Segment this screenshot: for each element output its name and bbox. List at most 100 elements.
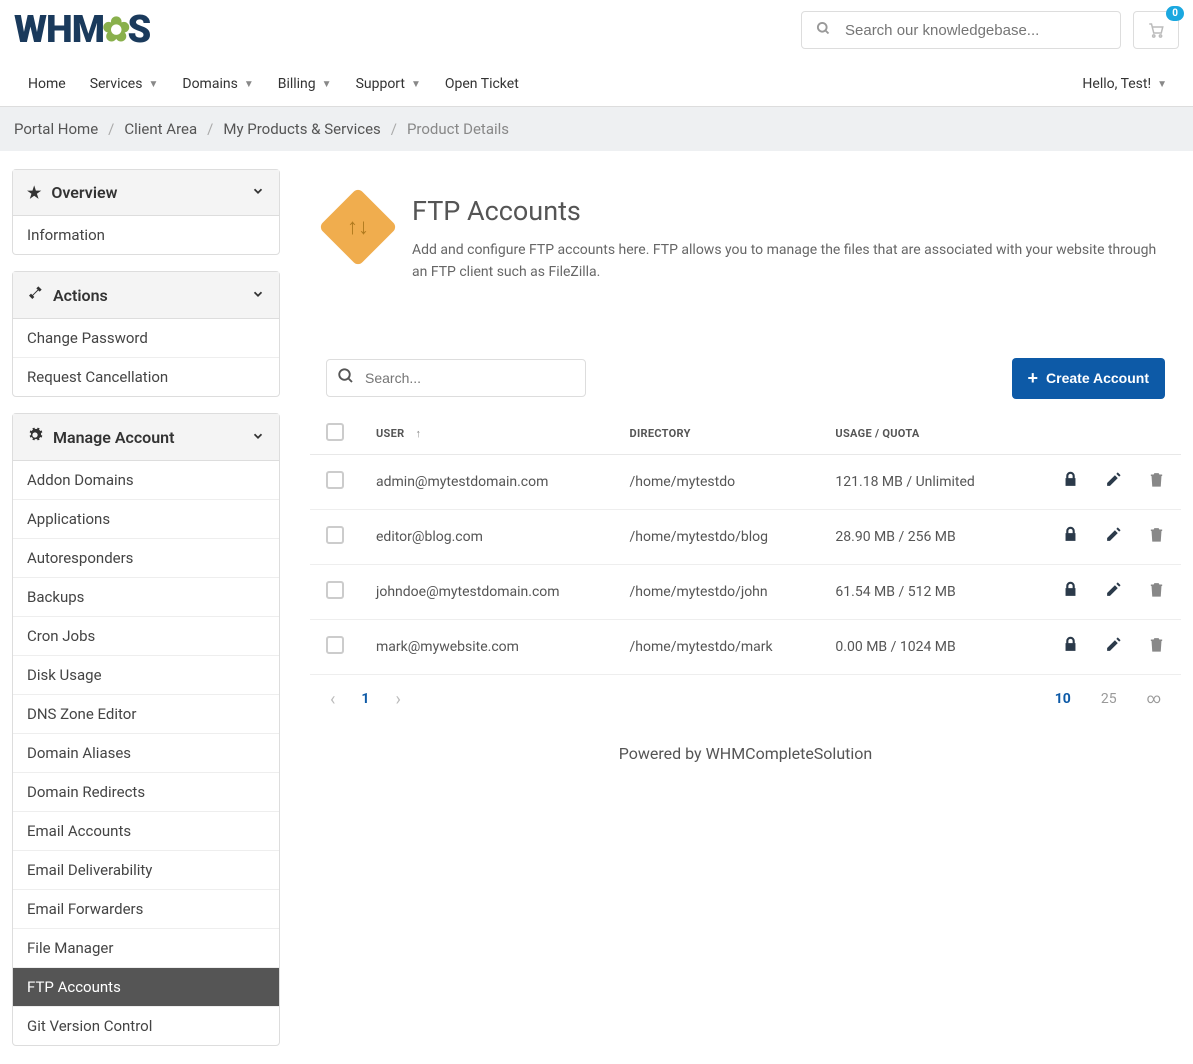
lock-icon[interactable]: [1062, 636, 1079, 658]
lock-icon[interactable]: [1062, 581, 1079, 603]
page-size-10[interactable]: 10: [1055, 691, 1071, 707]
breadcrumb-current: Product Details: [407, 120, 509, 138]
sidebar-item-request-cancellation[interactable]: Request Cancellation: [13, 357, 279, 396]
sidebar-item-email-accounts[interactable]: Email Accounts: [13, 811, 279, 850]
pager-current[interactable]: 1: [361, 691, 369, 707]
cell-usage: 0.00 MB / 1024 MB: [819, 619, 1021, 674]
edit-icon[interactable]: [1105, 526, 1122, 548]
row-checkbox[interactable]: [326, 581, 344, 599]
sidebar-item-backups[interactable]: Backups: [13, 577, 279, 616]
panel-overview-head[interactable]: ★ Overview: [13, 170, 279, 216]
user-greeting: Hello, Test!: [1082, 76, 1151, 92]
breadcrumb-link[interactable]: Client Area: [124, 120, 197, 138]
navbar: HomeServices▼Domains▼Billing▼Support▼Ope…: [0, 62, 1193, 107]
nav-billing[interactable]: Billing▼: [266, 62, 344, 106]
sidebar-item-change-password[interactable]: Change Password: [13, 319, 279, 357]
sidebar-item-cron-jobs[interactable]: Cron Jobs: [13, 616, 279, 655]
cart-badge: 0: [1166, 6, 1184, 21]
row-checkbox[interactable]: [326, 471, 344, 489]
trash-icon[interactable]: [1148, 636, 1165, 658]
sidebar-item-email-deliverability[interactable]: Email Deliverability: [13, 850, 279, 889]
sidebar-item-domain-redirects[interactable]: Domain Redirects: [13, 772, 279, 811]
nav-support[interactable]: Support▼: [344, 62, 433, 106]
logo[interactable]: WHM ✿ S: [14, 8, 150, 52]
chevron-down-icon: [251, 428, 265, 447]
logo-text-1: WHM: [14, 8, 104, 52]
edit-icon[interactable]: [1105, 471, 1122, 493]
sidebar: ★ Overview Information Actions Change Pa…: [12, 169, 280, 1046]
table-card: + Create Account USER ↑ DIRECTORY USAGE …: [310, 344, 1181, 724]
pagination: ‹ 1 › 10 25 ∞: [310, 675, 1181, 724]
breadcrumb-link[interactable]: Portal Home: [14, 120, 98, 138]
logo-text-2: S: [128, 8, 151, 52]
cell-usage: 28.90 MB / 256 MB: [819, 509, 1021, 564]
page-description: Add and configure FTP accounts here. FTP…: [412, 239, 1161, 284]
edit-icon[interactable]: [1105, 581, 1122, 603]
table-row: editor@blog.com/home/mytestdo/blog28.90 …: [310, 509, 1181, 564]
breadcrumb: Portal Home/Client Area/My Products & Se…: [0, 107, 1193, 151]
page-header: ↑↓ FTP Accounts Add and configure FTP ac…: [310, 169, 1181, 314]
row-checkbox[interactable]: [326, 526, 344, 544]
search-input[interactable]: [845, 22, 1120, 39]
nav-services[interactable]: Services▼: [78, 62, 171, 106]
sidebar-item-git-version-control[interactable]: Git Version Control: [13, 1006, 279, 1045]
panel-actions: Actions Change PasswordRequest Cancellat…: [12, 271, 280, 397]
table-search[interactable]: [326, 359, 586, 397]
panel-manage-head[interactable]: Manage Account: [13, 414, 279, 461]
col-usage[interactable]: USAGE / QUOTA: [819, 413, 1021, 455]
cell-user: editor@blog.com: [360, 509, 614, 564]
ftp-accounts-table: USER ↑ DIRECTORY USAGE / QUOTA admin@myt…: [310, 413, 1181, 675]
chevron-down-icon: ▼: [148, 79, 158, 90]
nav-home[interactable]: Home: [14, 62, 78, 106]
lock-icon[interactable]: [1062, 471, 1079, 493]
trash-icon[interactable]: [1148, 471, 1165, 493]
col-user[interactable]: USER ↑: [360, 413, 614, 455]
lock-icon[interactable]: [1062, 526, 1079, 548]
trash-icon[interactable]: [1148, 581, 1165, 603]
sidebar-item-information[interactable]: Information: [13, 216, 279, 254]
sidebar-item-applications[interactable]: Applications: [13, 499, 279, 538]
cell-usage: 121.18 MB / Unlimited: [819, 454, 1021, 509]
chevron-down-icon: ▼: [411, 79, 421, 90]
table-search-input[interactable]: [365, 370, 585, 386]
nav-domains[interactable]: Domains▼: [170, 62, 265, 106]
select-all-checkbox[interactable]: [326, 423, 344, 441]
sidebar-item-dns-zone-editor[interactable]: DNS Zone Editor: [13, 694, 279, 733]
sidebar-item-domain-aliases[interactable]: Domain Aliases: [13, 733, 279, 772]
edit-icon[interactable]: [1105, 636, 1122, 658]
cell-user: admin@mytestdomain.com: [360, 454, 614, 509]
sidebar-item-autoresponders[interactable]: Autoresponders: [13, 538, 279, 577]
sidebar-item-email-forwarders[interactable]: Email Forwarders: [13, 889, 279, 928]
user-menu[interactable]: Hello, Test! ▼: [1070, 62, 1179, 106]
knowledgebase-search[interactable]: [801, 11, 1121, 49]
cell-directory: /home/mytestdo/blog: [614, 509, 820, 564]
panel-overview-title: Overview: [51, 183, 117, 202]
pager-next[interactable]: ›: [395, 689, 400, 710]
cell-directory: /home/mytestdo: [614, 454, 820, 509]
col-directory[interactable]: DIRECTORY: [614, 413, 820, 455]
breadcrumb-link[interactable]: My Products & Services: [223, 120, 380, 138]
trash-icon[interactable]: [1148, 526, 1165, 548]
sidebar-item-file-manager[interactable]: File Manager: [13, 928, 279, 967]
create-button-label: Create Account: [1046, 370, 1149, 386]
sidebar-item-disk-usage[interactable]: Disk Usage: [13, 655, 279, 694]
wrench-icon: [27, 285, 43, 305]
create-account-button[interactable]: + Create Account: [1012, 358, 1165, 399]
page-size-25[interactable]: 25: [1101, 691, 1117, 707]
cell-usage: 61.54 MB / 512 MB: [819, 564, 1021, 619]
page-size-∞[interactable]: ∞: [1147, 691, 1161, 707]
sort-asc-icon: ↑: [416, 427, 422, 440]
sidebar-item-ftp-accounts[interactable]: FTP Accounts: [13, 967, 279, 1006]
table-row: admin@mytestdomain.com/home/mytestdo121.…: [310, 454, 1181, 509]
sidebar-item-addon-domains[interactable]: Addon Domains: [13, 461, 279, 499]
panel-actions-head[interactable]: Actions: [13, 272, 279, 319]
row-checkbox[interactable]: [326, 636, 344, 654]
pager-prev[interactable]: ‹: [330, 689, 335, 710]
panel-manage: Manage Account Addon DomainsApplications…: [12, 413, 280, 1046]
ftp-icon: ↑↓: [318, 187, 397, 266]
cart-button[interactable]: 0: [1133, 11, 1179, 49]
search-icon: [327, 367, 365, 390]
page-title: FTP Accounts: [412, 195, 1161, 227]
chevron-down-icon: ▼: [1157, 79, 1167, 90]
nav-open-ticket[interactable]: Open Ticket: [433, 62, 531, 106]
